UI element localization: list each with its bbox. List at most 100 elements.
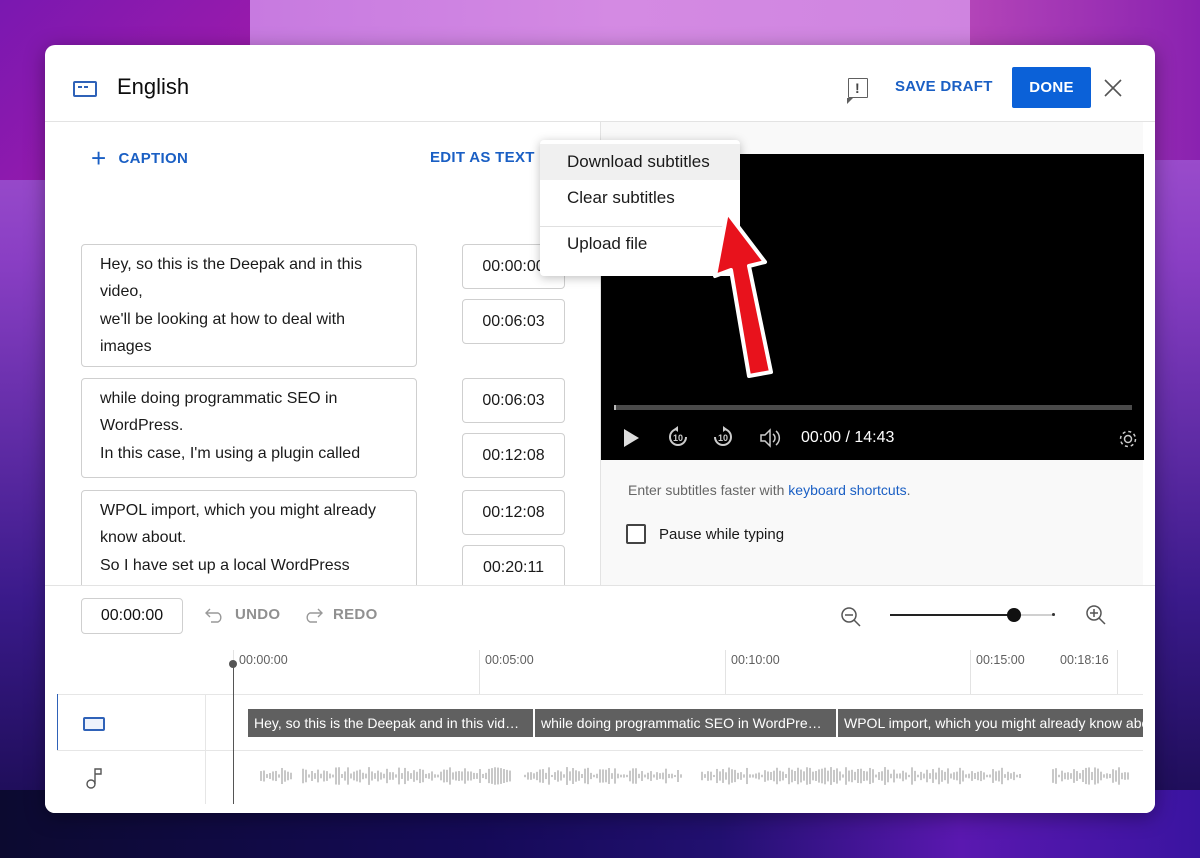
waveform-bar bbox=[1004, 774, 1006, 778]
waveform-bar bbox=[1076, 771, 1078, 781]
slider-thumb[interactable] bbox=[1006, 608, 1021, 622]
waveform-bar bbox=[905, 772, 907, 780]
waveform-bar bbox=[311, 771, 313, 781]
waveform-bar bbox=[980, 770, 982, 782]
caption-end-time[interactable]: 00:20:11 bbox=[462, 545, 565, 585]
menu-item-download-subtitles[interactable]: Download subtitles bbox=[540, 144, 740, 180]
playhead[interactable] bbox=[233, 664, 234, 804]
waveform-bar bbox=[380, 772, 382, 780]
waveform-bar bbox=[368, 767, 370, 785]
waveform-bar bbox=[593, 774, 595, 778]
waveform-bar bbox=[635, 768, 637, 784]
waveform-bar bbox=[1106, 773, 1108, 779]
waveform-bar bbox=[641, 771, 643, 781]
waveform-bar bbox=[413, 770, 415, 782]
caption-end-time[interactable]: 00:12:08 bbox=[462, 433, 565, 478]
settings-gear-icon[interactable] bbox=[1117, 428, 1139, 450]
waveform-bar bbox=[425, 773, 427, 779]
zoom-out-icon[interactable] bbox=[840, 606, 862, 628]
waveform-bar bbox=[494, 767, 496, 785]
waveform-bar bbox=[452, 772, 454, 780]
waveform-bar bbox=[710, 771, 712, 781]
waveform-bar bbox=[650, 771, 652, 781]
waveform-bar bbox=[881, 771, 883, 781]
add-caption-label: CAPTION bbox=[118, 149, 189, 167]
waveform-bar bbox=[446, 769, 448, 783]
waveform-bar bbox=[617, 773, 619, 779]
waveform-bar bbox=[314, 773, 316, 779]
waveform-bar bbox=[734, 769, 736, 783]
waveform-bar bbox=[938, 767, 940, 785]
waveform-bar bbox=[578, 771, 580, 781]
pause-while-typing-checkbox[interactable] bbox=[626, 524, 646, 544]
waveform-bar bbox=[977, 771, 979, 781]
waveform-bar bbox=[767, 771, 769, 781]
waveform-bar bbox=[1001, 767, 1003, 785]
waveform-bar bbox=[455, 771, 457, 781]
waveform-bar bbox=[449, 767, 451, 785]
waveform-bar bbox=[815, 771, 817, 781]
waveform-bar bbox=[551, 774, 553, 778]
waveform-bar bbox=[272, 771, 274, 781]
waveform-bar bbox=[680, 774, 682, 778]
waveform-bar bbox=[725, 772, 727, 780]
waveform-bar bbox=[986, 774, 988, 778]
undo-button[interactable]: UNDO bbox=[205, 606, 280, 623]
forward-10-icon[interactable]: 10 bbox=[712, 426, 734, 448]
waveform-bar bbox=[1091, 771, 1093, 781]
timeline-caption-block[interactable]: while doing programmatic SEO in WordPre… bbox=[535, 709, 838, 737]
ruler-label: 00:18:16 bbox=[1060, 653, 1109, 667]
track-divider bbox=[57, 694, 1143, 695]
waveform-bar bbox=[1070, 773, 1072, 779]
done-button[interactable]: DONE bbox=[1012, 67, 1091, 108]
waveform-bar bbox=[1082, 769, 1084, 783]
waveform-bar bbox=[437, 774, 439, 778]
waveform-bar bbox=[716, 768, 718, 784]
hint-text: Enter subtitles faster with bbox=[628, 482, 789, 498]
add-caption-button[interactable]: + CAPTION bbox=[91, 145, 189, 171]
save-draft-button[interactable]: SAVE DRAFT bbox=[895, 78, 993, 95]
caption-end-time[interactable]: 00:06:03 bbox=[462, 299, 565, 344]
edit-as-text-button[interactable]: EDIT AS TEXT bbox=[430, 149, 535, 166]
caption-line: In this case, I'm using a plugin called bbox=[100, 444, 361, 462]
waveform-bar bbox=[431, 771, 433, 781]
waveform-bar bbox=[389, 772, 391, 780]
caption-line: So I have set up a local WordPress bbox=[100, 556, 350, 574]
timeline-caption-block[interactable]: WPOL import, which you might already kno… bbox=[838, 709, 1143, 737]
zoom-in-icon[interactable] bbox=[1085, 604, 1107, 626]
timeline-caption-block[interactable]: Hey, so this is the Deepak and in this v… bbox=[248, 709, 535, 737]
caption-text-field[interactable]: WPOL import, which you might already kno… bbox=[81, 490, 417, 585]
current-time-field[interactable]: 00:00:00 bbox=[81, 598, 183, 634]
close-icon[interactable] bbox=[1103, 78, 1123, 98]
waveform-bar bbox=[467, 771, 469, 781]
waveform-bar bbox=[458, 771, 460, 781]
waveform-bar bbox=[596, 773, 598, 779]
caption-text-field[interactable]: while doing programmatic SEO in WordPres… bbox=[81, 378, 417, 478]
caption-line: know about. bbox=[100, 529, 187, 547]
track-header-divider bbox=[205, 694, 206, 804]
caption-start-time[interactable]: 00:06:03 bbox=[462, 378, 565, 423]
waveform-bar bbox=[602, 769, 604, 783]
undo-label: UNDO bbox=[235, 606, 281, 623]
rewind-10-icon[interactable]: 10 bbox=[667, 426, 689, 448]
waveform-bar bbox=[1016, 774, 1018, 778]
waveform-bar bbox=[989, 774, 991, 778]
caption-text-field[interactable]: Hey, so this is the Deepak and in this v… bbox=[81, 244, 417, 367]
waveform-bar bbox=[848, 770, 850, 782]
waveform-bar bbox=[950, 773, 952, 779]
keyboard-shortcuts-link[interactable]: keyboard shortcuts bbox=[788, 482, 906, 498]
waveform-bar bbox=[737, 772, 739, 780]
waveform-bar bbox=[884, 767, 886, 785]
waveform-bar bbox=[791, 769, 793, 783]
redo-button[interactable]: REDO bbox=[303, 606, 378, 623]
volume-icon[interactable] bbox=[759, 428, 783, 448]
timeline-zoom-slider[interactable] bbox=[890, 608, 1055, 622]
video-progress-bar[interactable] bbox=[614, 405, 1132, 410]
keyboard-shortcuts-hint: Enter subtitles faster with keyboard sho… bbox=[628, 482, 910, 498]
play-icon[interactable] bbox=[624, 429, 639, 447]
caption-start-time[interactable]: 00:12:08 bbox=[462, 490, 565, 535]
waveform-bar bbox=[434, 774, 436, 778]
waveform-bar bbox=[824, 767, 826, 785]
waveform-bar bbox=[818, 769, 820, 783]
feedback-icon[interactable]: ! bbox=[847, 78, 868, 104]
